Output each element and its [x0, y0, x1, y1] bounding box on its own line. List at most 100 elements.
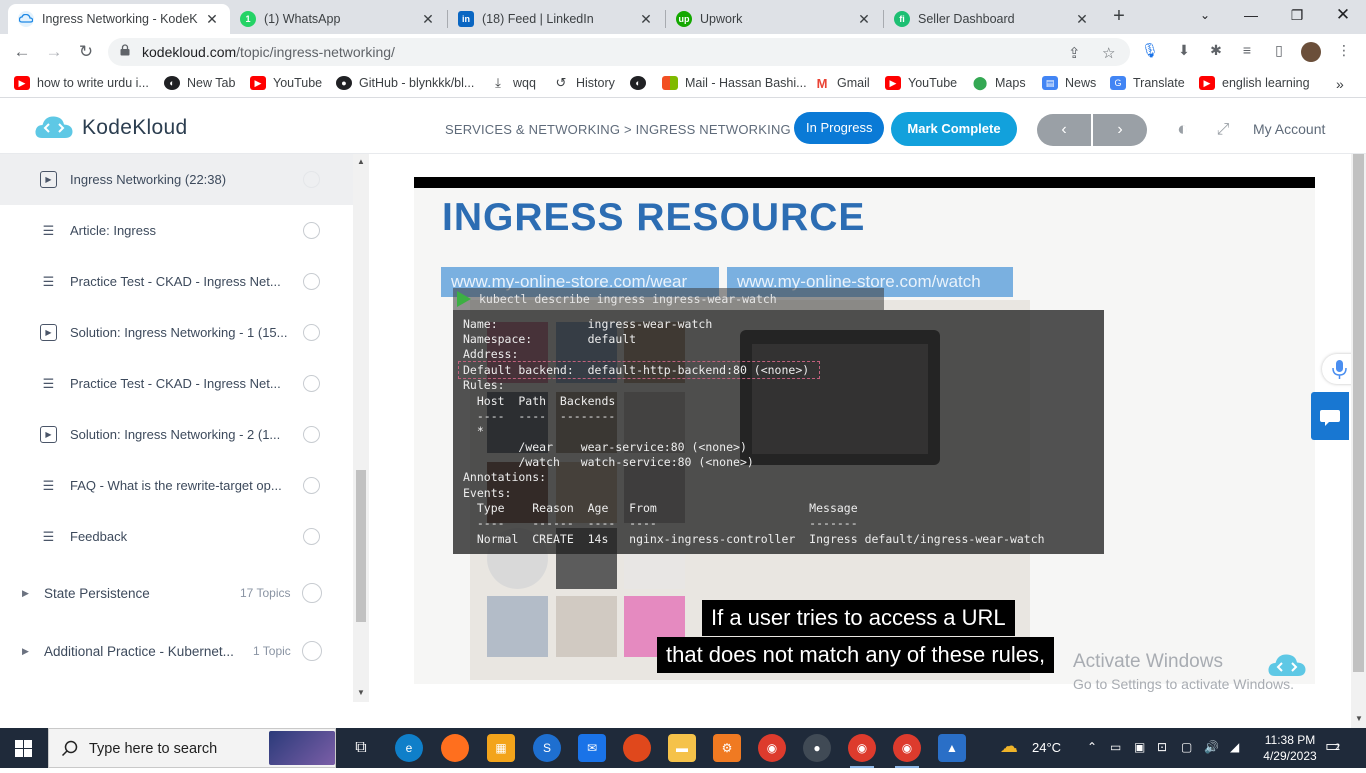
back-button[interactable]: ← — [10, 40, 34, 64]
dark-mode-icon[interactable]: ◐ — [1171, 118, 1195, 142]
download-extension-icon[interactable]: ⬇ — [1174, 42, 1194, 62]
lesson-item[interactable]: ▶ Solution: Ingress Networking - 2 (1... — [0, 409, 353, 460]
media-queue-icon[interactable]: ≡ — [1237, 42, 1257, 62]
bookmark-item[interactable]: ▶ YouTube — [885, 76, 957, 90]
microphone-icon[interactable]: 🎙 — [1140, 42, 1160, 62]
bookmark-item[interactable]: ⤓ wqq — [490, 75, 536, 90]
next-lesson-button[interactable]: › — [1093, 114, 1147, 146]
bookmark-item[interactable]: ▤ News — [1042, 76, 1096, 90]
file-explorer-icon[interactable]: ▬ — [668, 734, 696, 762]
new-tab-button[interactable]: + — [1108, 6, 1130, 28]
lesson-item[interactable]: ▶ Solution: Ingress Networking - 1 (15..… — [0, 307, 353, 358]
browser-menu-icon[interactable]: ⋮ — [1334, 42, 1354, 62]
forward-button[interactable]: → — [42, 40, 66, 64]
usb-icon[interactable]: ⊡ — [1157, 740, 1167, 754]
fullscreen-icon[interactable]: ⤢ — [1211, 118, 1235, 142]
tab-search-chevron-icon[interactable]: ⌄ — [1182, 0, 1228, 32]
bookmark-item[interactable]: ◐ New Tab — [164, 76, 235, 90]
battery-icon[interactable]: ▭ — [1110, 740, 1121, 754]
share-icon[interactable]: ⇪ — [1068, 44, 1081, 62]
bookmark-item[interactable]: Mail - Hassan Bashi... — [662, 76, 807, 90]
taskbar-search-box[interactable]: Type here to search — [48, 728, 336, 768]
tab-linkedin[interactable]: in (18) Feed | LinkedIn ✕ — [448, 4, 664, 34]
mark-complete-button[interactable]: Mark Complete — [891, 112, 1017, 146]
lesson-item[interactable]: ☰ Article: Ingress — [0, 205, 353, 256]
section-state-persistence[interactable]: ▶ State Persistence 17 Topics — [0, 564, 353, 622]
expand-caret-icon[interactable]: ▶ — [22, 588, 29, 599]
task-view-icon[interactable]: ⧉ — [347, 734, 375, 762]
bookmark-item[interactable]: G Translate — [1110, 76, 1185, 90]
settings-app-icon[interactable]: ⚙ — [713, 734, 741, 762]
weather-icon[interactable]: ☁ — [1000, 736, 1018, 757]
media-app-icon[interactable] — [623, 734, 651, 762]
address-bar[interactable]: kodekloud.com/topic/ingress-networking/ … — [108, 38, 1130, 66]
close-window-button[interactable]: ✕ — [1320, 0, 1366, 32]
section-additional-practice[interactable]: ▶ Additional Practice - Kubernet... 1 To… — [0, 622, 353, 680]
close-tab-icon[interactable]: ✕ — [638, 11, 654, 28]
completion-circle[interactable] — [302, 583, 322, 603]
lesson-item[interactable]: ☰ Feedback — [0, 511, 353, 562]
volume-icon[interactable]: 🔊 — [1204, 740, 1219, 754]
bookmark-star-icon[interactable]: ☆ — [1102, 44, 1115, 62]
completion-circle[interactable] — [303, 273, 320, 290]
network-adapter-icon[interactable]: ▣ — [1134, 740, 1145, 754]
profile-avatar[interactable] — [1301, 42, 1321, 62]
bookmark-item[interactable]: ↺ History — [553, 75, 615, 90]
tab-whatsapp[interactable]: 1 (1) WhatsApp ✕ — [230, 4, 446, 34]
previous-lesson-button[interactable]: ‹ — [1037, 114, 1091, 146]
page-scroll-down-icon[interactable]: ▼ — [1353, 714, 1365, 723]
lesson-item[interactable]: ▶ Ingress Networking (22:38) — [0, 154, 353, 205]
chrome-profile-icon[interactable]: ◉ — [893, 734, 921, 768]
show-hidden-icons[interactable]: ⌃ — [1087, 740, 1097, 754]
close-tab-icon[interactable]: ✕ — [856, 11, 872, 28]
bookmark-item[interactable]: ▶ how to write urdu i... — [14, 76, 149, 90]
completion-circle[interactable] — [303, 477, 320, 494]
notification-center-icon[interactable]: ▭ 2 — [1325, 736, 1340, 756]
photos-icon[interactable]: ▲ — [938, 734, 966, 762]
microsoft-store-icon[interactable]: ▦ — [487, 734, 515, 762]
completion-circle[interactable] — [303, 375, 320, 392]
wifi-icon[interactable]: ◢ — [1230, 740, 1239, 754]
weather-temperature[interactable]: 24°C — [1032, 740, 1061, 755]
completion-circle[interactable] — [303, 171, 320, 188]
completion-circle[interactable] — [303, 426, 320, 443]
chrome-profile-icon[interactable]: ◉ — [848, 734, 876, 768]
sidebar-scroll-thumb[interactable] — [356, 470, 366, 622]
page-scrollbar[interactable] — [1351, 154, 1366, 728]
tab-upwork[interactable]: up Upwork ✕ — [666, 4, 882, 34]
page-scroll-thumb[interactable] — [1353, 154, 1364, 672]
tab-ingress-networking[interactable]: Ingress Networking - KodeKl ✕ — [8, 4, 230, 34]
bookmark-item[interactable]: ⬤ Maps — [972, 75, 1026, 90]
chrome-icon[interactable]: ◉ — [758, 734, 786, 762]
completion-circle[interactable] — [303, 222, 320, 239]
reload-button[interactable]: ↻ — [74, 40, 98, 64]
close-tab-icon[interactable]: ✕ — [204, 11, 220, 28]
windows-start-button[interactable] — [0, 728, 48, 768]
lesson-item[interactable]: ☰ Practice Test - CKAD - Ingress Net... — [0, 256, 353, 307]
bookmark-item[interactable]: ▶ YouTube — [250, 76, 322, 90]
firefox-icon[interactable] — [441, 734, 469, 762]
tab-seller-dashboard[interactable]: fi Seller Dashboard ✕ — [884, 4, 1100, 34]
mail-icon[interactable]: ✉ — [578, 734, 606, 762]
more-bookmarks-icon[interactable]: » — [1336, 76, 1344, 92]
obs-icon[interactable]: ● — [803, 734, 831, 762]
completion-circle[interactable] — [303, 528, 320, 545]
minimize-button[interactable]: — — [1228, 0, 1274, 32]
skype-icon[interactable]: S — [533, 734, 561, 762]
lesson-item[interactable]: ☰ FAQ - What is the rewrite-target op... — [0, 460, 353, 511]
bookmark-item[interactable]: ● GitHub - blynkkk/bl... — [336, 76, 474, 90]
bookmark-item[interactable]: ▶ english learning — [1199, 76, 1310, 90]
taskbar-clock[interactable]: 11:38 PM 4/29/2023 — [1255, 732, 1325, 764]
restore-button[interactable]: ❐ — [1274, 0, 1320, 32]
meet-now-icon[interactable]: ▢ — [1181, 740, 1192, 754]
edge-browser-icon[interactable]: e — [395, 734, 423, 762]
expand-caret-icon[interactable]: ▶ — [22, 646, 29, 657]
kodekloud-logo[interactable]: KodeKloud — [34, 114, 187, 142]
bookmark-item[interactable]: ◐ — [630, 76, 653, 90]
scroll-down-arrow-icon[interactable]: ▼ — [355, 688, 367, 697]
lesson-item[interactable]: ☰ Practice Test - CKAD - Ingress Net... — [0, 358, 353, 409]
completion-circle[interactable] — [303, 324, 320, 341]
my-account-link[interactable]: My Account — [1253, 121, 1325, 137]
completion-circle[interactable] — [302, 641, 322, 661]
scroll-up-arrow-icon[interactable]: ▲ — [355, 157, 367, 166]
